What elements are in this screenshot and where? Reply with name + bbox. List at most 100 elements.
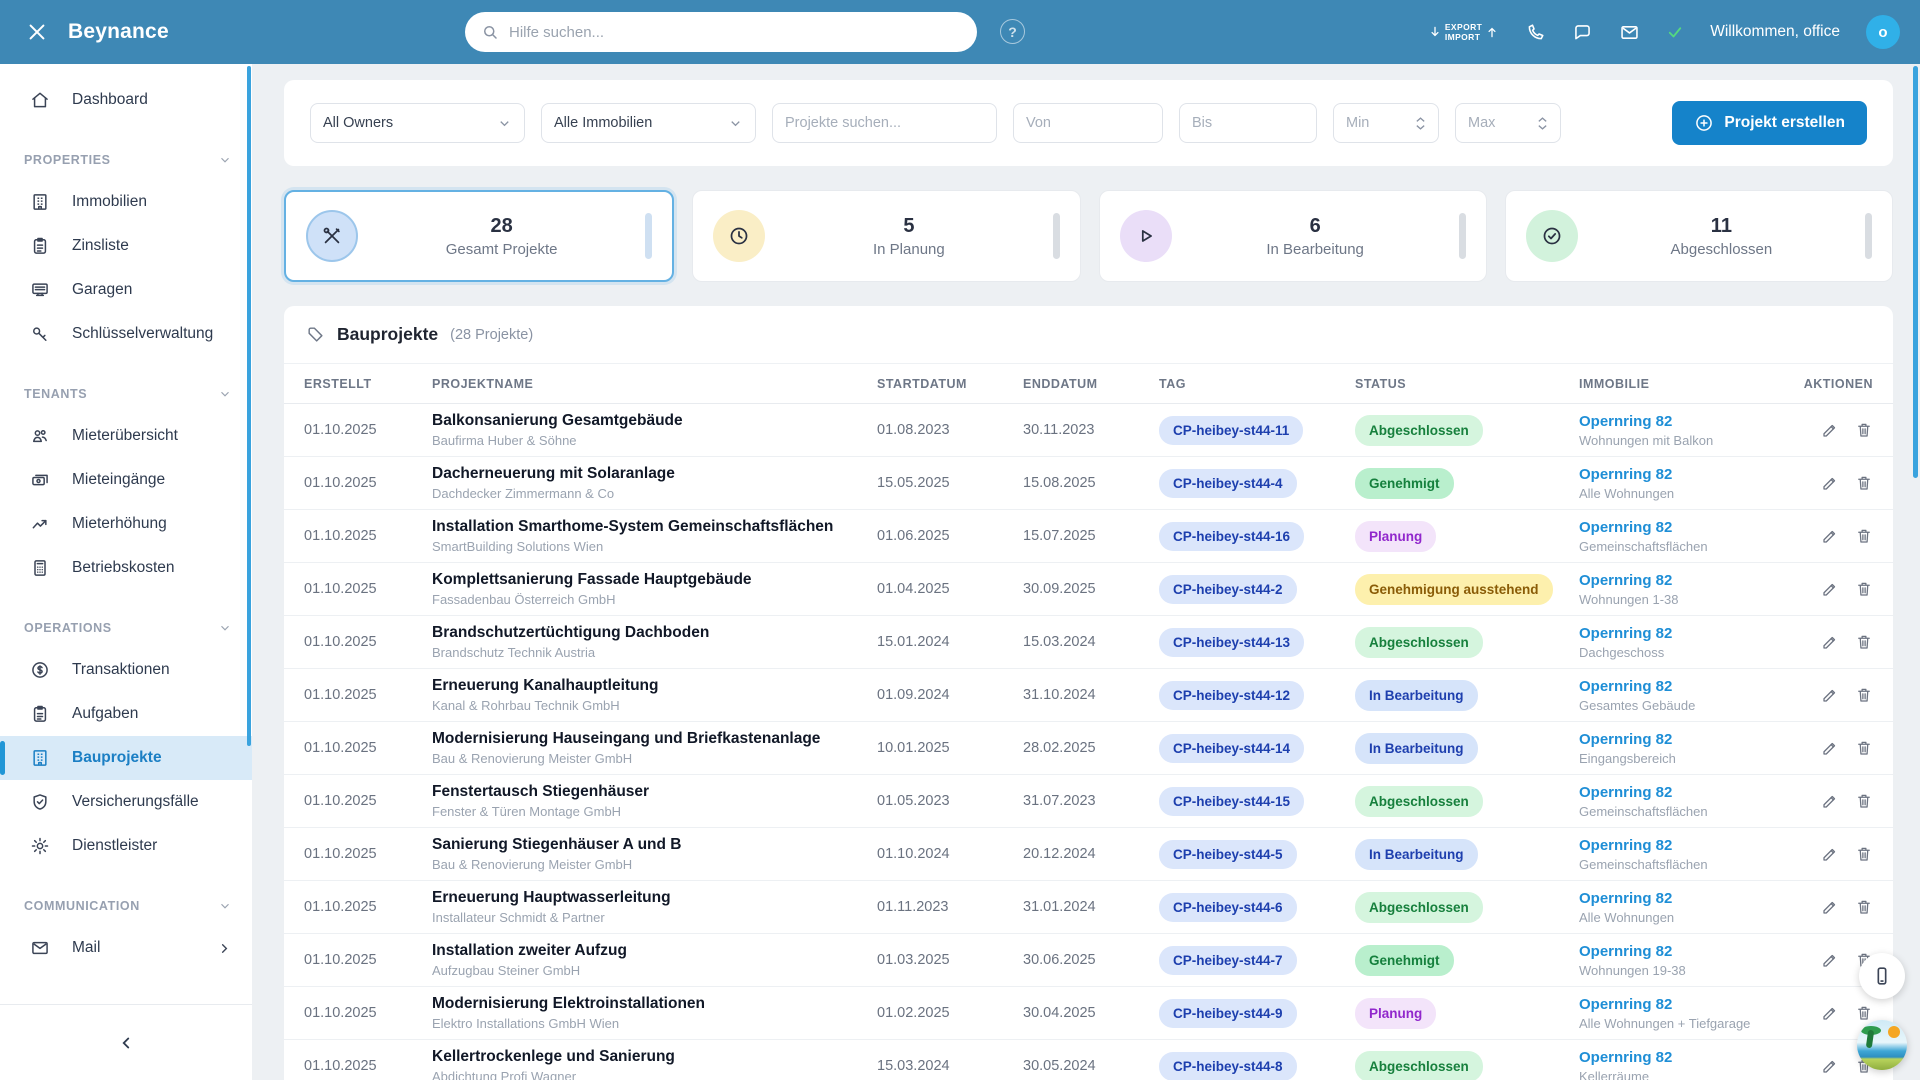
stat-card-bearbeitung[interactable]: 6 In Bearbeitung (1099, 190, 1487, 282)
delete-icon[interactable] (1855, 474, 1873, 492)
edit-icon[interactable] (1821, 686, 1839, 704)
sidebar-item-immobilien[interactable]: Immobilien (0, 180, 252, 224)
edit-icon[interactable] (1821, 580, 1839, 598)
property-link[interactable]: Opernring 82 (1579, 784, 1787, 801)
sidebar-item-zinsliste[interactable]: Zinsliste (0, 224, 252, 268)
delete-icon[interactable] (1855, 898, 1873, 916)
edit-icon[interactable] (1821, 527, 1839, 545)
table-row[interactable]: 01.10.2025 Balkonsanierung Gesamtgebäude… (284, 404, 1893, 457)
close-menu-icon[interactable] (20, 15, 54, 49)
delete-icon[interactable] (1855, 421, 1873, 439)
help-search-input[interactable] (509, 24, 961, 41)
sidebar-item-versicherungsfaelle[interactable]: Versicherungsfälle (0, 780, 252, 824)
section-properties[interactable]: PROPERTIES (0, 148, 252, 172)
sidebar-item-schluesselverwaltung[interactable]: Schlüsselverwaltung (0, 312, 252, 356)
edit-icon[interactable] (1821, 421, 1839, 439)
property-link[interactable]: Opernring 82 (1579, 572, 1787, 589)
mobile-app-button[interactable] (1859, 953, 1905, 999)
property-link[interactable]: Opernring 82 (1579, 678, 1787, 695)
table-row[interactable]: 01.10.2025 Fenstertausch Stiegenhäuser F… (284, 775, 1893, 828)
sidebar-item-garagen[interactable]: Garagen (0, 268, 252, 312)
chat-icon[interactable] (1572, 22, 1593, 43)
table-row[interactable]: 01.10.2025 Installation zweiter Aufzug A… (284, 934, 1893, 987)
immobilien-select[interactable]: Alle Immobilien (541, 103, 756, 143)
phone-icon[interactable] (1525, 22, 1546, 43)
property-link[interactable]: Opernring 82 (1579, 519, 1787, 536)
edit-icon[interactable] (1821, 1004, 1839, 1022)
stat-card-planung[interactable]: 5 In Planung (692, 190, 1080, 282)
property-link[interactable]: Opernring 82 (1579, 413, 1787, 430)
stat-card-abgeschlossen[interactable]: 11 Abgeschlossen (1505, 190, 1893, 282)
sidebar-item-aufgaben[interactable]: Aufgaben (0, 692, 252, 736)
delete-icon[interactable] (1855, 845, 1873, 863)
table-row[interactable]: 01.10.2025 Komplettsanierung Fassade Hau… (284, 563, 1893, 616)
sidebar-item-dienstleister[interactable]: Dienstleister (0, 824, 252, 868)
table-row[interactable]: 01.10.2025 Sanierung Stiegenhäuser A und… (284, 828, 1893, 881)
page-scrollbar[interactable] (1913, 66, 1918, 478)
island-badge[interactable] (1857, 1020, 1907, 1070)
table-row[interactable]: 01.10.2025 Dacherneuerung mit Solaranlag… (284, 457, 1893, 510)
sidebar-item-mieterhoehung[interactable]: Mieterhöhung (0, 502, 252, 546)
edit-icon[interactable] (1821, 739, 1839, 757)
max-input[interactable] (1468, 115, 1537, 131)
sidebar-item-transaktionen[interactable]: Transaktionen (0, 648, 252, 692)
property-link[interactable]: Opernring 82 (1579, 625, 1787, 642)
status-badge: Abgeschlossen (1355, 415, 1483, 446)
sidebar-item-mieteingaenge[interactable]: Mieteingänge (0, 458, 252, 502)
sidebar-item-bauprojekte[interactable]: Bauprojekte (0, 736, 252, 780)
delete-icon[interactable] (1855, 686, 1873, 704)
table-row[interactable]: 01.10.2025 Installation Smarthome-System… (284, 510, 1893, 563)
stepper-arrows-icon[interactable] (1415, 116, 1426, 131)
edit-icon[interactable] (1821, 898, 1839, 916)
edit-icon[interactable] (1821, 845, 1839, 863)
edit-icon[interactable] (1821, 951, 1839, 969)
stepper-arrows-icon[interactable] (1537, 116, 1548, 131)
property-link[interactable]: Opernring 82 (1579, 466, 1787, 483)
delete-icon[interactable] (1855, 739, 1873, 757)
delete-icon[interactable] (1855, 633, 1873, 651)
sidebar-scrollbar[interactable] (247, 66, 251, 746)
property-link[interactable]: Opernring 82 (1579, 731, 1787, 748)
delete-icon[interactable] (1855, 792, 1873, 810)
table-row[interactable]: 01.10.2025 Brandschutzertüchtigung Dachb… (284, 616, 1893, 669)
table-row[interactable]: 01.10.2025 Modernisierung Elektroinstall… (284, 987, 1893, 1040)
edit-icon[interactable] (1821, 792, 1839, 810)
stat-card-gesamt[interactable]: 28 Gesamt Projekte (284, 190, 674, 282)
sidebar-item-mail[interactable]: Mail (0, 926, 252, 970)
help-search[interactable] (465, 12, 977, 52)
owners-select[interactable]: All Owners (310, 103, 525, 143)
property-link[interactable]: Opernring 82 (1579, 837, 1787, 854)
table-row[interactable]: 01.10.2025 Modernisierung Hauseingang un… (284, 722, 1893, 775)
collapse-sidebar-button[interactable] (0, 1004, 252, 1080)
mail-icon[interactable] (1619, 22, 1640, 43)
sidebar-item-mieteruebersicht[interactable]: Mieterübersicht (0, 414, 252, 458)
delete-icon[interactable] (1855, 1004, 1873, 1022)
edit-icon[interactable] (1821, 633, 1839, 651)
edit-icon[interactable] (1821, 1057, 1839, 1075)
property-link[interactable]: Opernring 82 (1579, 890, 1787, 907)
edit-icon[interactable] (1821, 474, 1839, 492)
avatar[interactable]: o (1866, 15, 1900, 49)
delete-icon[interactable] (1855, 527, 1873, 545)
help-icon[interactable]: ? (1000, 19, 1025, 44)
section-communication[interactable]: COMMUNICATION (0, 894, 252, 918)
property-link[interactable]: Opernring 82 (1579, 1049, 1787, 1066)
project-search-input[interactable] (785, 115, 984, 131)
clipboard-icon (30, 236, 50, 256)
date-to-input[interactable] (1192, 115, 1304, 131)
section-operations[interactable]: OPERATIONS (0, 616, 252, 640)
section-tenants[interactable]: TENANTS (0, 382, 252, 406)
date-from-input[interactable] (1026, 115, 1150, 131)
export-import-button[interactable]: EXPORTIMPORT (1428, 22, 1499, 42)
table-row[interactable]: 01.10.2025 Erneuerung Hauptwasserleitung… (284, 881, 1893, 934)
property-link[interactable]: Opernring 82 (1579, 943, 1787, 960)
table-row[interactable]: 01.10.2025 Kellertrockenlege und Sanieru… (284, 1040, 1893, 1080)
check-icon[interactable] (1666, 23, 1684, 41)
delete-icon[interactable] (1855, 580, 1873, 598)
create-project-button[interactable]: Projekt erstellen (1672, 101, 1867, 145)
sidebar-item-betriebskosten[interactable]: Betriebskosten (0, 546, 252, 590)
sidebar-item-dashboard[interactable]: Dashboard (0, 78, 252, 122)
table-row[interactable]: 01.10.2025 Erneuerung Kanalhauptleitung … (284, 669, 1893, 722)
min-input[interactable] (1346, 115, 1415, 131)
property-link[interactable]: Opernring 82 (1579, 996, 1787, 1013)
